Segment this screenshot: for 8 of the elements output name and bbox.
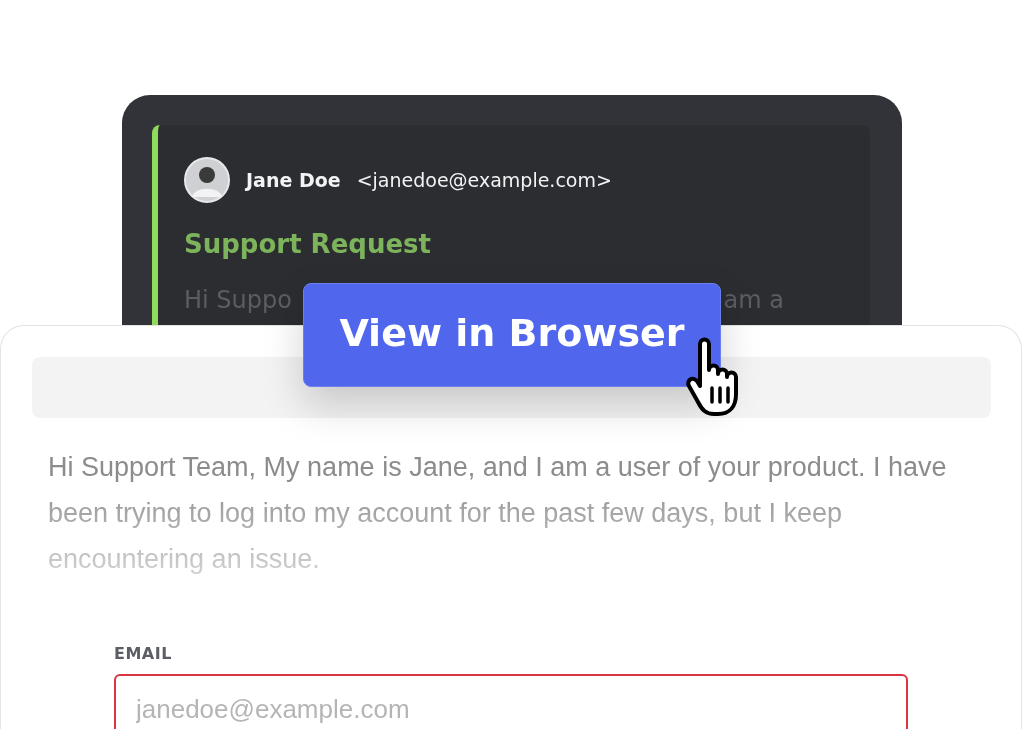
email-subject: Support Request bbox=[184, 228, 432, 261]
email-input[interactable]: janedoe@example.com bbox=[114, 674, 908, 729]
email-label: EMAIL bbox=[114, 643, 173, 665]
sender-name: Jane Doe bbox=[246, 167, 341, 193]
message-text: Hi Support Team, My name is Jane, and I am a user of your product. I have been trying to log into my account for the past few days, but I keep encountering an issue. bbox=[48, 451, 948, 576]
sender-email: <janedoe@example.com> bbox=[356, 167, 612, 193]
avatar bbox=[184, 157, 230, 203]
view-in-browser-button[interactable]: View in Browser bbox=[303, 283, 721, 387]
